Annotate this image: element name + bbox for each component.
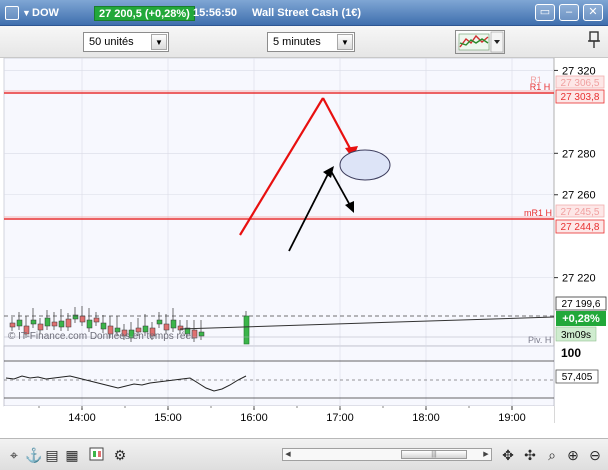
drawing-tools-icon[interactable]	[87, 445, 107, 465]
candle	[65, 318, 72, 328]
candle	[37, 323, 44, 331]
indicators-button[interactable]	[455, 30, 505, 54]
candle	[86, 319, 93, 329]
time-tick-label: 17:00	[326, 412, 354, 424]
restore-icon[interactable]: ▭	[535, 4, 555, 21]
units-select[interactable]: 50 unités ▼	[83, 32, 169, 52]
screenshot-icon[interactable]: ✥	[498, 445, 518, 465]
pivot-label: Piv. H	[528, 335, 551, 345]
ticker-label[interactable]: DOW	[32, 7, 59, 19]
pin-icon[interactable]	[585, 30, 603, 54]
r1-h-price-label: 27 303,8	[561, 92, 600, 103]
oscillator-value-label: 57,405	[562, 372, 593, 383]
scroll-left-icon[interactable]: ◀	[283, 450, 293, 459]
time-tick-label: 16:00	[240, 412, 268, 424]
ellipse-drawing[interactable]	[339, 149, 391, 181]
search-icon[interactable]: ⌕	[542, 445, 562, 465]
quote-badge: 27 200,5 (+0,28%)	[94, 6, 195, 21]
horizontal-scrollbar[interactable]: ◀ ||| ▶	[282, 448, 492, 461]
scrollbar-thumb[interactable]: |||	[401, 450, 467, 459]
mr1-h-tag: mR1 H	[524, 208, 552, 218]
title-bar: ▼ DOW 27 200,5 (+0,28%) 15:56:50 Wall St…	[0, 0, 608, 26]
zoom-in-icon[interactable]: ⊕	[563, 445, 583, 465]
chart-type-icon[interactable]: ▤	[42, 445, 62, 465]
time-tick-label: 18:00	[412, 412, 440, 424]
chevron-down-icon[interactable]: ▼	[337, 34, 353, 50]
time-tick-label: 19:00	[498, 412, 526, 424]
main-pane[interactable]	[3, 57, 555, 347]
move-icon[interactable]: ✣	[520, 445, 540, 465]
price-tick-label: 27 280	[562, 148, 596, 160]
indicator-chart-icon	[458, 31, 504, 53]
chart-canvas[interactable]: R1 R1 H mR1 H 27 306,5 27 303,8 27 245,5…	[0, 57, 608, 438]
chevron-down-icon[interactable]: ▼	[151, 34, 167, 50]
mr1-h-price-label: 27 244,8	[561, 222, 600, 233]
oscillator-top-label: 100	[561, 346, 581, 360]
clock-label: 15:56:50	[193, 7, 238, 19]
candle	[51, 321, 58, 327]
candle	[198, 331, 205, 337]
bottom-toolbar: ⌖ ⚓ ▤ ▦ ⚙ ◀ ||| ▶ ✥ ✣ ⌕ ⊕ ⊖	[0, 438, 608, 470]
candle	[93, 317, 100, 323]
price-axis[interactable]	[554, 58, 608, 423]
candle	[9, 322, 16, 328]
watermark: © IT-Finance.com Données en temps réel	[8, 331, 193, 342]
price-tick-label: 27 320	[562, 65, 596, 77]
r1-price-label: 27 306,5	[561, 78, 600, 89]
countdown-badge: 3m09s	[561, 330, 591, 341]
timeframe-value: 5 minutes	[273, 36, 321, 48]
candle	[243, 315, 250, 345]
candle	[163, 323, 170, 331]
units-value: 50 unités	[89, 36, 134, 48]
candle	[79, 315, 86, 323]
scroll-right-icon[interactable]: ▶	[481, 450, 491, 459]
change-badge: +0,28%	[562, 313, 600, 325]
menu-icon[interactable]	[5, 6, 19, 20]
settings-icon[interactable]: ⚙	[110, 445, 130, 465]
zoom-out-icon[interactable]: ⊖	[585, 445, 605, 465]
time-tick-label: 14:00	[68, 412, 96, 424]
price-tick-label: 27 260	[562, 190, 596, 202]
current-price-label: 27 199,6	[562, 299, 601, 310]
table-icon[interactable]: ▦	[62, 445, 82, 465]
timeframe-select[interactable]: 5 minutes ▼	[267, 32, 355, 52]
candle	[58, 320, 65, 328]
time-tick-label: 15:00	[154, 412, 182, 424]
price-tick-label: 27 220	[562, 273, 596, 285]
candle	[100, 322, 107, 330]
candle	[30, 319, 37, 325]
candle	[16, 319, 23, 327]
chart-toolbar: 50 unités ▼ 5 minutes ▼	[0, 26, 608, 58]
r1-h-tag: R1 H	[530, 82, 551, 92]
crosshair-icon[interactable]: ⌖	[4, 445, 24, 465]
minimize-icon[interactable]: ‒	[559, 4, 579, 21]
instrument-name: Wall Street Cash (1€)	[252, 7, 362, 19]
mr1-price-label: 27 245,5	[561, 207, 600, 218]
price-chart[interactable]: R1 R1 H mR1 H 27 306,5 27 303,8 27 245,5…	[0, 57, 608, 438]
candle	[44, 317, 51, 327]
candle	[156, 319, 163, 325]
candle	[170, 319, 177, 329]
close-icon[interactable]: ✕	[583, 4, 603, 21]
ticker-dropdown-icon[interactable]: ▼	[22, 8, 31, 18]
magnet-icon[interactable]: ⚓	[24, 445, 44, 465]
oscillator-pane[interactable]	[3, 345, 555, 407]
